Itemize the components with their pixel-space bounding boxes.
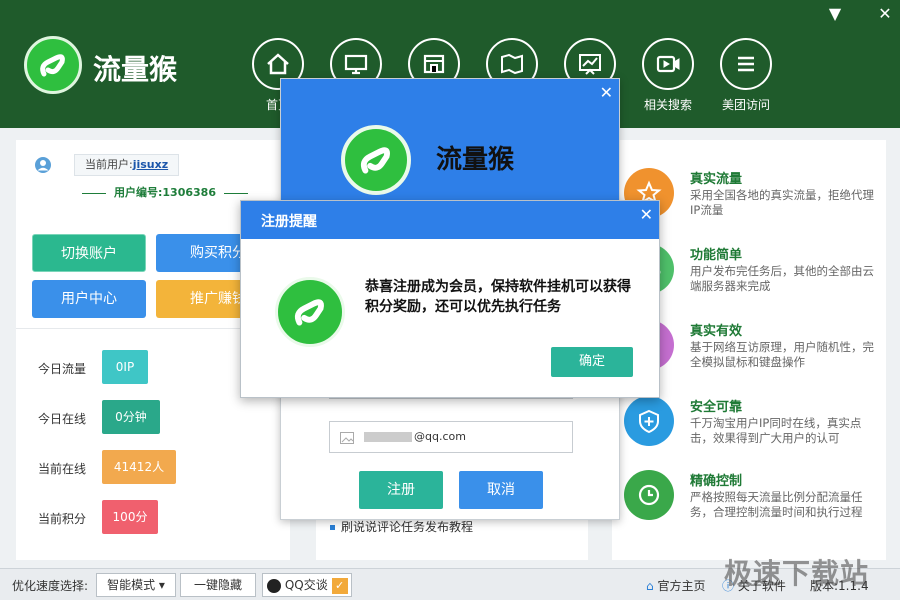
feature-title: 功能简单 [690,248,743,263]
feature-title: 精确控制 [690,474,743,489]
email-redacted [364,432,412,442]
hide-button[interactable]: 一键隐藏 [180,573,256,597]
nav-related-search[interactable]: 相关搜索 [640,38,696,113]
app-logo [24,36,82,94]
feature-real-traffic: 真实流量 采用全国各地的真实流量，拒绝代理IP流量 [624,168,884,228]
qq-chat-button[interactable]: QQ交谈 ✓ [262,573,352,597]
switch-account-button[interactable]: 切换账户 [32,234,146,272]
feature-title: 安全可靠 [690,400,743,415]
chevron-down-icon: ▾ [158,578,165,592]
user-avatar-icon [35,157,51,173]
modal-header: 注册提醒 ✕ [241,201,659,239]
stat-label-current-points: 当前积分 [38,512,87,526]
tutorial-link[interactable]: 刷说说评论任务发布教程 [330,518,473,535]
stat-label-current-online: 当前在线 [38,462,87,476]
feature-precise: 精确控制 严格按照每天流量比例分配流量任务，合理控制流量时间和执行过程 [624,470,884,530]
user-id: 用户编号:1306386 [74,184,256,200]
app-logo [275,277,345,347]
feature-desc: 千万淘宝用户IP同时在线，真实点击，效果得到广大用户的认可 [690,416,862,445]
checkbox-icon: ✓ [331,577,348,594]
image-icon [340,432,354,444]
close-icon[interactable]: ✕ [600,83,613,102]
register-button[interactable]: 注册 [359,471,443,509]
shield-icon [624,396,674,446]
stat-value-today-online: 0分钟 [102,400,160,434]
feature-desc: 采用全国各地的真实流量，拒绝代理IP流量 [690,188,874,217]
feature-effective: 真实有效 基于网络互访原理，用户随机性，完全模拟鼠标和键盘操作 [624,320,884,380]
current-user-name[interactable]: jisuxz [133,158,168,171]
video-icon [642,38,694,90]
modal-title: 注册提醒 [261,214,317,230]
home-icon: ⌂ [646,579,654,593]
close-icon[interactable]: ✕ [874,4,896,24]
feature-title: 真实流量 [690,172,743,187]
qq-icon [267,578,281,593]
stat-value-today-traffic: 0IP [102,350,148,384]
feature-title: 真实有效 [690,324,743,339]
email-field[interactable]: @qq.com [329,421,573,453]
speed-label: 优化速度选择: [12,579,89,593]
cancel-button[interactable]: 取消 [459,471,543,509]
nav-label: 相关搜索 [643,98,692,112]
user-center-button[interactable]: 用户中心 [32,280,146,318]
watermark: 极速下载站 [724,557,870,590]
dropdown-menu-icon[interactable]: ▼ [824,4,846,24]
email-suffix: @qq.com [414,430,466,443]
clock-icon [624,470,674,520]
mode-select-value: 智能模式 [107,578,156,592]
feature-secure: 安全可靠 千万淘宝用户IP同时在线，真实点击，效果得到广大用户的认可 [624,396,884,456]
mode-select[interactable]: 智能模式 ▾ [96,573,176,597]
app-title: 流量猴 [93,53,178,86]
feature-desc: 基于网络互访原理，用户随机性，完全模拟鼠标和键盘操作 [690,340,874,369]
nav-label: 美团访问 [721,98,770,112]
app-logo [341,125,411,195]
qq-chat-label: QQ交谈 [284,578,328,592]
current-user-row: 当前用户:jisuxz [34,154,180,176]
ok-button[interactable]: 确定 [551,347,633,377]
register-dialog-title: 流量猴 [436,145,515,175]
registration-notice-modal: 注册提醒 ✕ 恭喜注册成为会员，保持软件挂机可以获得积分奖励，还可以优先执行任务… [240,200,660,398]
current-user-label: 当前用户: [85,158,133,171]
feature-desc: 严格按照每天流量比例分配流量任务，合理控制流量时间和执行过程 [690,490,863,519]
official-home-link[interactable]: ⌂ 官方主页 [646,577,705,594]
feature-simple: 功能简单 用户发布完任务后，其他的全部由云端服务器来完成 [624,244,884,304]
close-icon[interactable]: ✕ [640,205,653,224]
stat-value-current-online: 41412人 [102,450,176,484]
stat-value-current-points: 100分 [102,500,158,534]
modal-message: 恭喜注册成为会员，保持软件挂机可以获得积分奖励，还可以优先执行任务 [365,279,631,315]
stat-label-today-traffic: 今日流量 [38,362,87,376]
menu-icon [720,38,772,90]
feature-desc: 用户发布完任务后，其他的全部由云端服务器来完成 [690,264,874,293]
current-user-pill: 当前用户:jisuxz [74,154,180,176]
stat-label-today-online: 今日在线 [38,412,87,426]
nav-meituan[interactable]: 美团访问 [718,38,774,113]
